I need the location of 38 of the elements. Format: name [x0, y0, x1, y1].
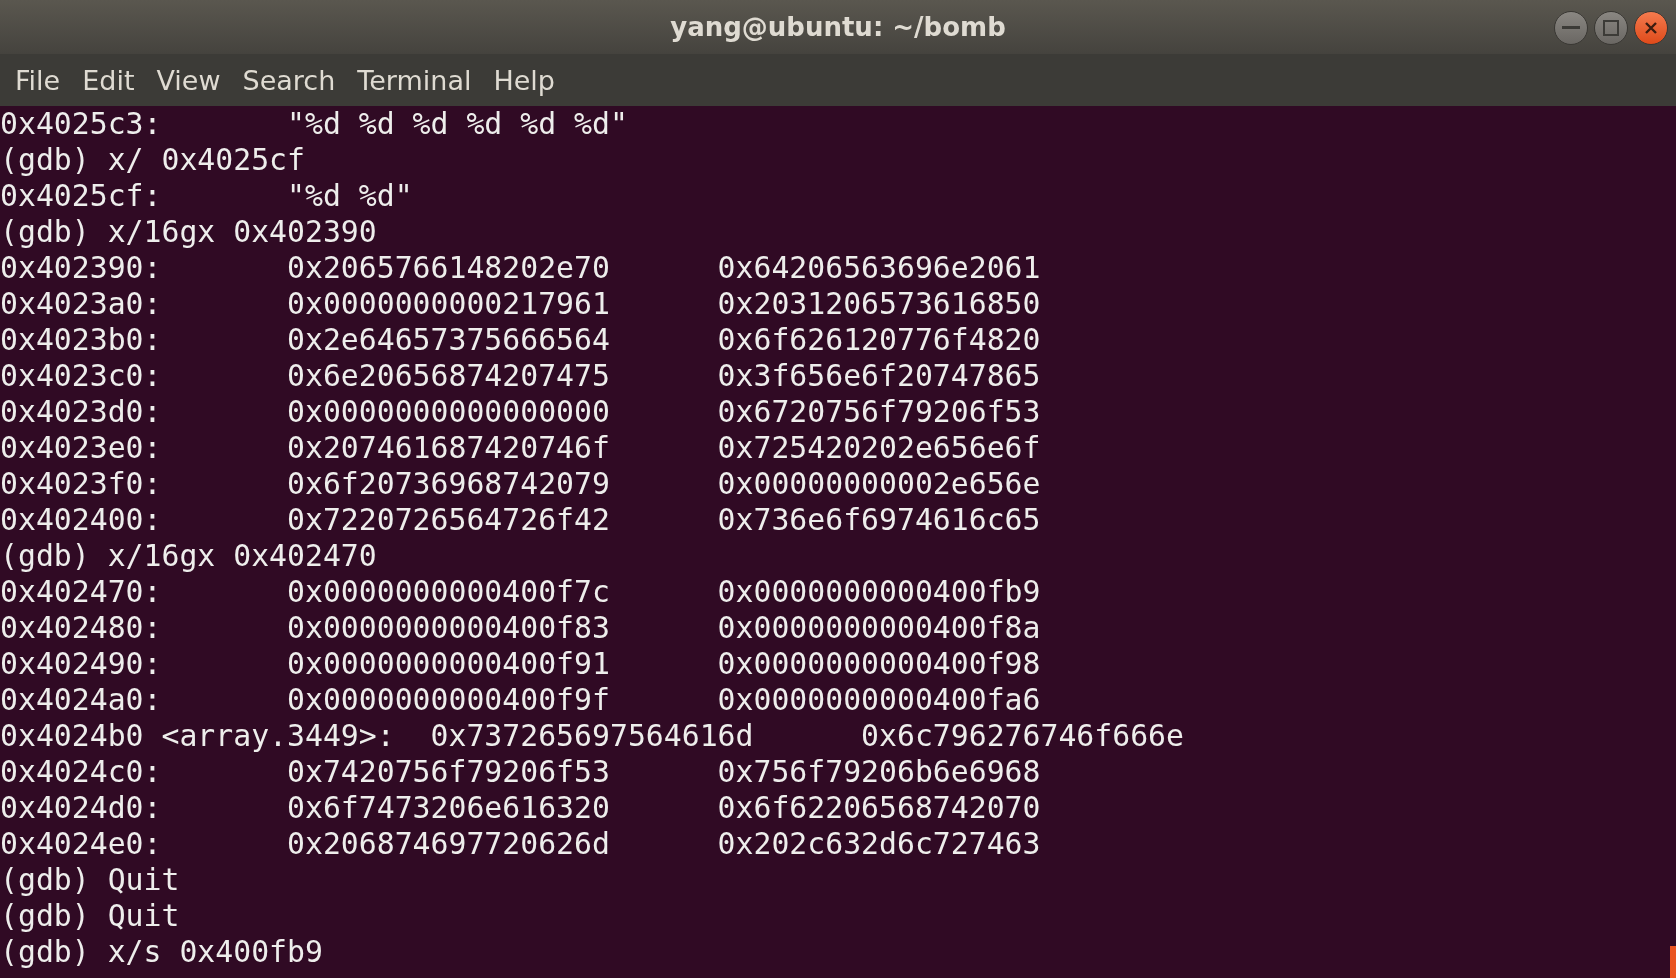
terminal-line: (gdb) x/s 0x400fb9 — [0, 934, 323, 970]
maximize-icon — [1603, 20, 1619, 36]
terminal-line: 0x4024b0 <array.3449>: 0x737265697564616d 0x6c796276746f666e — [0, 718, 1184, 754]
terminal-line: (gdb) x/16gx 0x402390 — [0, 214, 377, 250]
terminal-line: (gdb) x/16gx 0x402470 — [0, 538, 377, 574]
minimize-button[interactable] — [1554, 11, 1588, 45]
terminal-line: 0x4023d0: 0x0000000000000000 0x6720756f79206f53 — [0, 394, 1041, 430]
window-title: yang@ubuntu: ~/bomb — [670, 12, 1006, 42]
terminal-line: 0x4024a0: 0x0000000000400f9f 0x0000000000400fa6 — [0, 682, 1041, 718]
terminal-line: 0x4025c3: "%d %d %d %d %d %d" — [0, 106, 628, 142]
maximize-button[interactable] — [1594, 11, 1628, 45]
menu-item[interactable]: Search — [235, 64, 343, 96]
terminal-line: 0x402390: 0x2065766148202e70 0x64206563696e2061 — [0, 250, 1041, 286]
terminal-line: 0x4023a0: 0x0000000000217961 0x2031206573616850 — [0, 286, 1041, 322]
close-icon — [1644, 21, 1658, 35]
terminal-line: (gdb) Quit — [0, 862, 180, 898]
terminal-line: 0x4023f0: 0x6f20736968742079 0x00000000002e656e — [0, 466, 1041, 502]
terminal-line: 0x4024c0: 0x7420756f79206f53 0x756f79206b6e6968 — [0, 754, 1041, 790]
terminal-line: 0x4023b0: 0x2e64657375666564 0x6f626120776f4820 — [0, 322, 1041, 358]
terminal-line: 0x402470: 0x0000000000400f7c 0x0000000000400fb9 — [0, 574, 1041, 610]
terminal-line: 0x402490: 0x0000000000400f91 0x0000000000400f98 — [0, 646, 1041, 682]
menu-item[interactable]: View — [149, 64, 228, 96]
menu-item[interactable]: Help — [486, 64, 562, 96]
terminal-line: (gdb) x/ 0x4025cf — [0, 142, 305, 178]
terminal-line: 0x4024e0: 0x206874697720626d 0x202c632d6c727463 — [0, 826, 1041, 862]
menu-item[interactable]: Edit — [75, 64, 142, 96]
menu-item[interactable]: Terminal — [350, 64, 479, 96]
terminal-line: 0x4024d0: 0x6f7473206e616320 0x6f62206568742070 — [0, 790, 1041, 826]
terminal-line: 0x4023c0: 0x6e20656874207475 0x3f656e6f20747865 — [0, 358, 1041, 394]
terminal-line: 0x4025cf: "%d %d" — [0, 178, 413, 214]
close-button[interactable] — [1634, 11, 1668, 45]
terminal-line: (gdb) Quit — [0, 898, 180, 934]
menu-item[interactable]: File — [8, 64, 68, 96]
terminal-line: 0x402480: 0x0000000000400f83 0x0000000000400f8a — [0, 610, 1041, 646]
terminal-line: 0x402400: 0x7220726564726f42 0x736e6f6974616c65 — [0, 502, 1041, 538]
minimize-icon — [1562, 26, 1580, 30]
scrollbar-thumb[interactable] — [1670, 946, 1676, 978]
terminal-line: 0x4023e0: 0x207461687420746f 0x725420202e656e6f — [0, 430, 1041, 466]
